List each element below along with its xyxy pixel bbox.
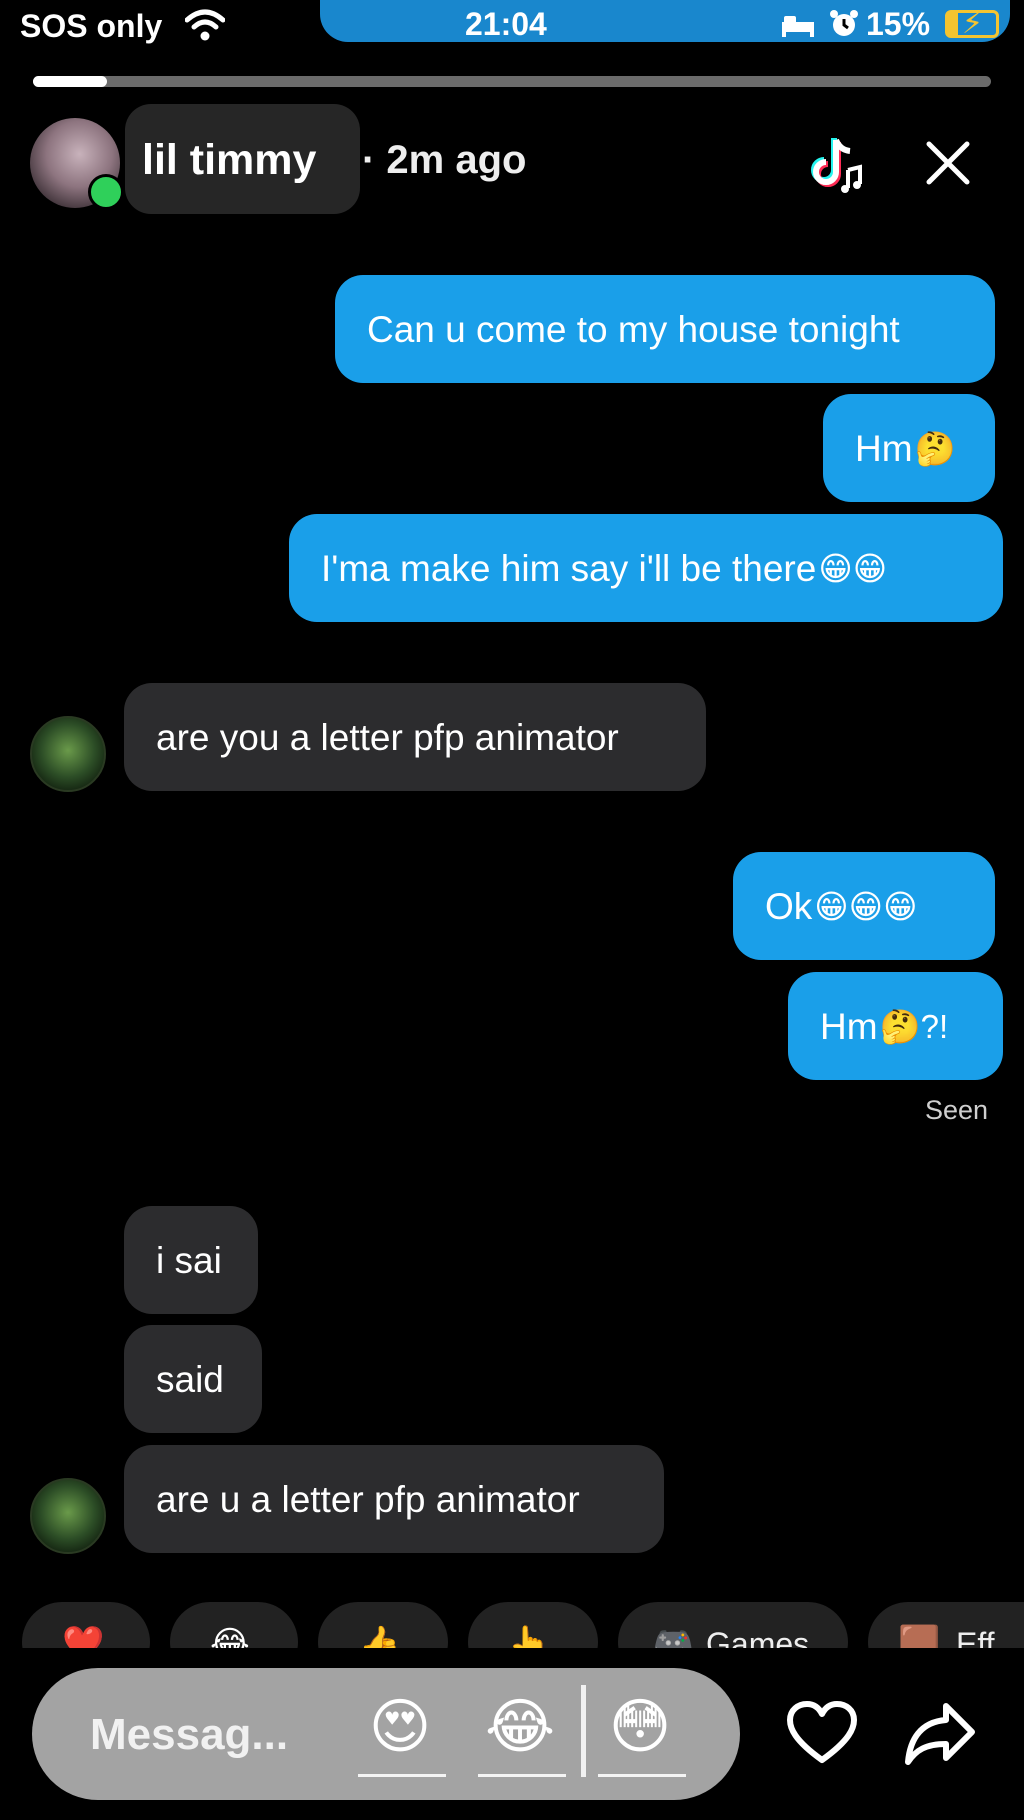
quick-reactions-row: ❤️ 😂 👍 👆 🎮 Games 🟫 Eff: [0, 1598, 1024, 1648]
username[interactable]: lil timmy: [142, 136, 316, 185]
message-bubble-incoming[interactable]: are you a letter pfp animator: [124, 683, 706, 791]
game-controller-icon: 🎮: [652, 1625, 695, 1648]
red-heart-icon: ❤️: [62, 1625, 105, 1648]
message-bubble-outgoing[interactable]: Hm 🤔?!: [788, 972, 1003, 1080]
charging-bolt-icon: ⚡: [962, 7, 984, 40]
seen-receipt: Seen: [925, 1095, 989, 1125]
reaction-chip-heart[interactable]: ❤️: [22, 1602, 150, 1648]
emoji-underline: [598, 1774, 686, 1777]
thumbs-up-icon: 👍: [358, 1625, 401, 1648]
message-text: i sai: [156, 1239, 222, 1281]
message-text: are you a letter pfp animator: [156, 716, 619, 758]
games-chip[interactable]: 🎮 Games: [618, 1602, 848, 1648]
sender-avatar[interactable]: [30, 716, 106, 792]
carrier-status: SOS only: [20, 8, 163, 44]
emoji-underline: [478, 1774, 566, 1777]
status-time: 21:04: [465, 6, 547, 42]
laughing-emoji-icon: 😂: [210, 1625, 250, 1648]
games-label: Games: [706, 1626, 810, 1648]
composer-divider: [581, 1685, 586, 1777]
message-bubble-outgoing[interactable]: I'ma make him say i'll be there 😁😁: [289, 514, 1003, 622]
close-icon[interactable]: [925, 140, 971, 186]
battery-level: [948, 13, 958, 35]
sender-avatar[interactable]: [30, 1478, 106, 1554]
message-bubble-incoming[interactable]: i sai: [124, 1206, 258, 1314]
battery-percent: 15%: [866, 6, 931, 42]
grinning-emoji: 😁😁😁: [814, 887, 918, 925]
message-text: are u a letter pfp animator: [156, 1478, 580, 1520]
message-text: Hm: [855, 427, 913, 469]
online-indicator: [88, 174, 124, 210]
pointing-hand-icon: 👆: [508, 1625, 551, 1648]
message-bubble-outgoing[interactable]: Ok 😁😁😁: [733, 852, 995, 960]
grinning-emoji: 😁😁: [818, 549, 888, 587]
message-text: said: [156, 1358, 224, 1400]
message-bubble-outgoing[interactable]: Hm 🤔: [823, 394, 995, 502]
heart-icon[interactable]: [786, 1700, 858, 1766]
message-text: I'ma make him say i'll be there: [321, 547, 817, 589]
flushed-emoji-button[interactable]: 😳: [595, 1692, 685, 1762]
message-bubble-outgoing[interactable]: Can u come to my house tonight: [335, 275, 995, 383]
bed-icon: [782, 16, 814, 37]
effects-chip[interactable]: 🟫 Eff: [868, 1602, 1024, 1648]
reaction-chip-thumbs-up[interactable]: 👍: [318, 1602, 448, 1648]
laughing-emoji-button[interactable]: 😂: [475, 1692, 565, 1762]
post-time-ago: · 2m ago: [362, 138, 527, 182]
effects-label: Eff: [956, 1626, 995, 1648]
message-bubble-incoming[interactable]: are u a letter pfp animator: [124, 1445, 664, 1553]
message-text: Ok: [765, 885, 813, 927]
message-input-placeholder[interactable]: Messag...: [90, 1710, 288, 1760]
wifi-icon: [185, 9, 225, 41]
message-text: Can u come to my house tonight: [367, 308, 900, 350]
message-bubble-incoming[interactable]: said: [124, 1325, 262, 1433]
reaction-chip-laugh[interactable]: 😂: [170, 1602, 298, 1648]
share-icon[interactable]: [904, 1700, 976, 1766]
story-progress-track: [33, 76, 991, 87]
heart-eyes-emoji-button[interactable]: 😍: [355, 1692, 445, 1762]
thinking-emoji: 🤔: [914, 429, 956, 467]
message-text: Hm: [820, 1005, 878, 1047]
story-progress-fill: [33, 76, 107, 87]
alarm-icon: [830, 10, 858, 36]
tiktok-icon[interactable]: [810, 136, 866, 206]
effects-thumbnail-icon: 🟫: [898, 1625, 941, 1648]
reaction-chip-point[interactable]: 👆: [468, 1602, 598, 1648]
thinking-emoji: 🤔?!: [879, 1007, 949, 1045]
emoji-underline: [358, 1774, 446, 1777]
